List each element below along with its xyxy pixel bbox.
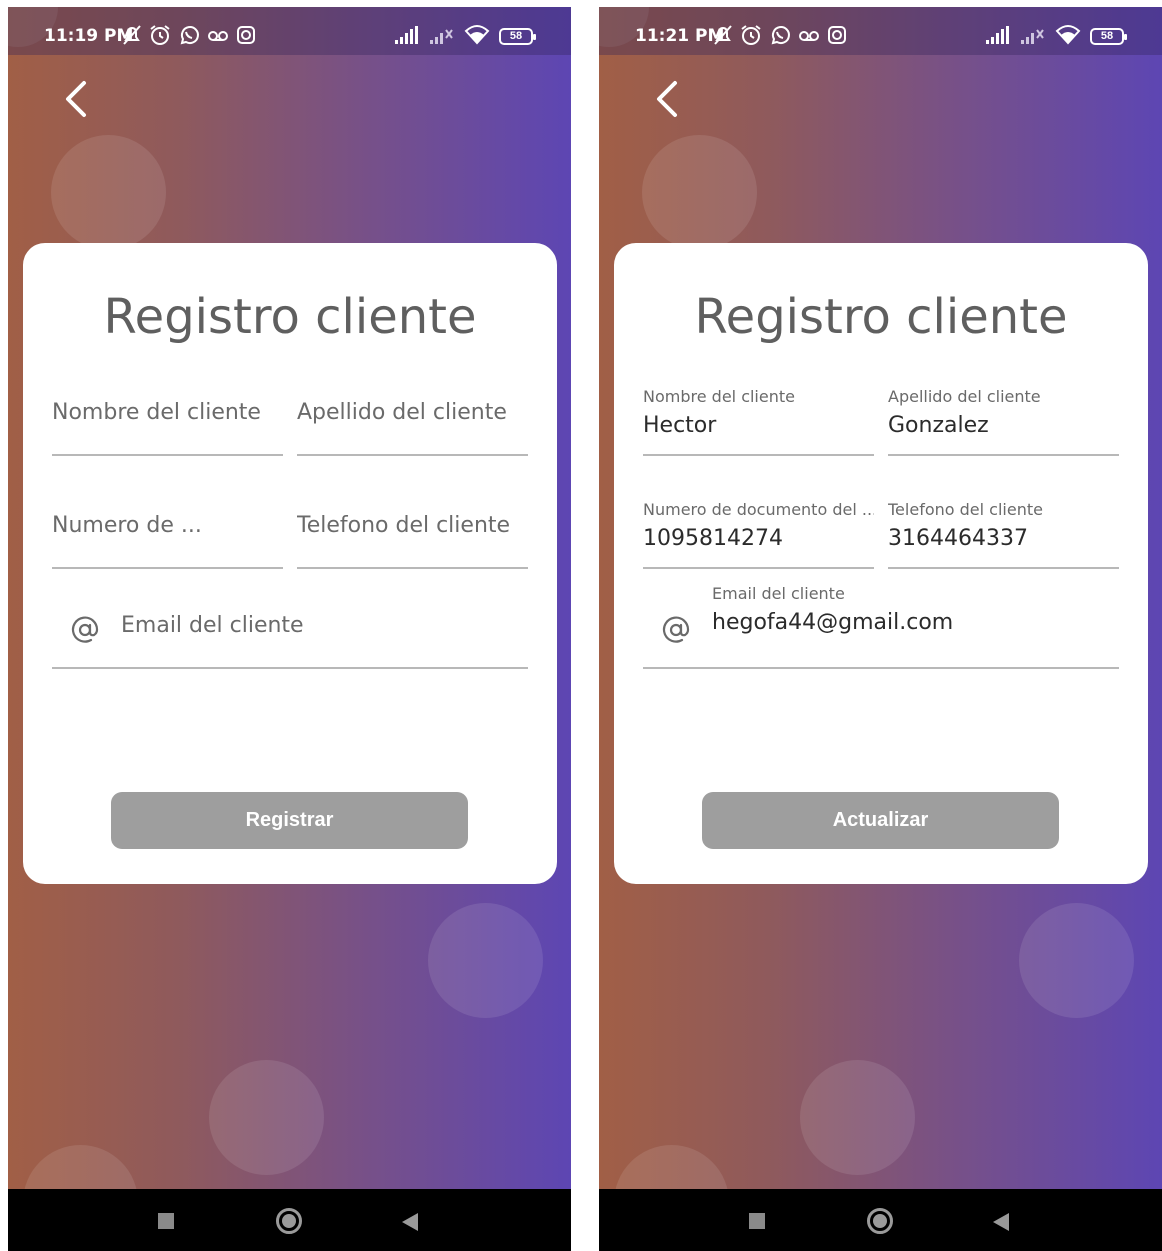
voicemail-icon: [799, 31, 819, 41]
battery-icon: 58: [1090, 27, 1127, 45]
decor-circle: [800, 1060, 915, 1175]
last-name-field[interactable]: Apellido del cliente: [297, 360, 528, 456]
form-title: Registro cliente: [103, 289, 477, 345]
decor-circle: [1019, 903, 1134, 1018]
whatsapp-icon: [180, 26, 199, 45]
first-name-field[interactable]: Nombre del cliente: [52, 360, 283, 456]
form-title: Registro cliente: [694, 289, 1068, 345]
signal-icon: [986, 26, 1009, 44]
document-number-value: 1095814274: [643, 526, 783, 551]
wifi-icon: [464, 25, 490, 45]
decor-circle: [642, 135, 757, 250]
whatsapp-icon: [771, 26, 790, 45]
back-triangle-icon[interactable]: [993, 1213, 1009, 1231]
document-number-label: Numero de documento del ...: [643, 500, 874, 519]
home-icon[interactable]: [276, 1208, 302, 1234]
nav-bar: [599, 1189, 1162, 1251]
signal-weak-icon: [430, 29, 453, 44]
phone-field[interactable]: Telefono del cliente 3164464337: [888, 473, 1119, 569]
first-name-field[interactable]: Nombre del cliente Hector: [643, 360, 874, 456]
back-arrow-icon[interactable]: [651, 79, 681, 119]
alarm-icon: [150, 25, 170, 45]
battery-icon: 58: [499, 27, 536, 45]
phone-label: Telefono del cliente: [888, 500, 1043, 519]
recents-icon[interactable]: [158, 1213, 174, 1229]
status-bar: 11:19 PM 58: [8, 7, 571, 55]
home-icon[interactable]: [867, 1208, 893, 1234]
register-button[interactable]: Registrar: [111, 792, 468, 849]
first-name-label: Nombre del cliente: [643, 387, 795, 406]
update-card: Registro cliente Nombre del cliente Hect…: [614, 243, 1148, 884]
instagram-icon: [237, 26, 255, 44]
decor-circle: [428, 903, 543, 1018]
phone-screen-update: 11:21 PM 58 Registro cliente Nombre del …: [599, 7, 1162, 1251]
back-triangle-icon[interactable]: [402, 1213, 418, 1231]
phone-screen-register: 11:19 PM 58 Registro cliente Nombre del …: [8, 7, 571, 1251]
phone-value: 3164464337: [888, 526, 1028, 551]
bell-off-icon: [714, 25, 732, 45]
last-name-placeholder: Apellido del cliente: [297, 400, 507, 425]
wifi-icon: [1055, 25, 1081, 45]
update-button[interactable]: Actualizar: [702, 792, 1059, 849]
last-name-label: Apellido del cliente: [888, 387, 1041, 406]
first-name-placeholder: Nombre del cliente: [52, 400, 261, 425]
first-name-value: Hector: [643, 413, 717, 438]
voicemail-icon: [208, 31, 228, 41]
status-bar: 11:21 PM 58: [599, 7, 1162, 55]
register-card: Registro cliente Nombre del cliente Apel…: [23, 243, 557, 884]
signal-weak-icon: [1021, 29, 1044, 44]
nav-bar: [8, 1189, 571, 1251]
back-arrow-icon[interactable]: [60, 79, 90, 119]
signal-icon: [395, 26, 418, 44]
status-time: 11:21 PM: [635, 26, 725, 46]
decor-circle: [51, 135, 166, 250]
bell-off-icon: [123, 25, 141, 45]
decor-circle: [209, 1060, 324, 1175]
document-number-field[interactable]: Numero de ...: [52, 473, 283, 569]
phone-placeholder: Telefono del cliente: [297, 513, 511, 538]
instagram-icon: [828, 26, 846, 44]
recents-icon[interactable]: [749, 1213, 765, 1229]
alarm-icon: [741, 25, 761, 45]
at-sign-icon: [662, 616, 690, 643]
email-field[interactable]: Email del cliente hegofa44@gmail.com: [643, 573, 1119, 669]
phone-field[interactable]: Telefono del cliente: [297, 473, 528, 569]
at-sign-icon: [71, 616, 99, 643]
last-name-value: Gonzalez: [888, 413, 989, 438]
email-placeholder: Email del cliente: [121, 613, 304, 638]
email-label: Email del cliente: [712, 584, 845, 603]
email-field[interactable]: Email del cliente: [52, 573, 528, 669]
email-value: hegofa44@gmail.com: [712, 610, 954, 635]
last-name-field[interactable]: Apellido del cliente Gonzalez: [888, 360, 1119, 456]
document-number-field[interactable]: Numero de documento del ... 1095814274: [643, 473, 874, 569]
document-number-placeholder: Numero de ...: [52, 513, 202, 538]
status-time: 11:19 PM: [44, 26, 134, 46]
